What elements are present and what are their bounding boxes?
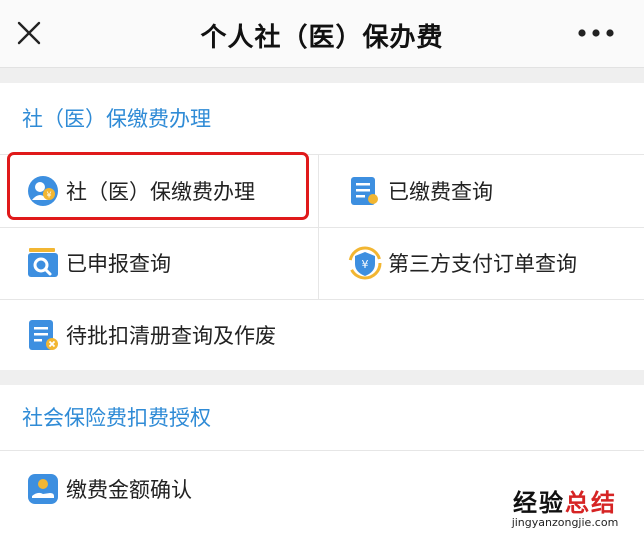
menu-item-label: 待批扣清册查询及作废 xyxy=(66,324,276,348)
menu-item-insurance-payment[interactable]: ¥ 社（医）保缴费办理 xyxy=(26,155,255,227)
user-payment-icon: ¥ xyxy=(26,174,60,208)
folder-search-icon xyxy=(26,246,60,280)
payment-section: 社（医）保缴费办理 ¥ 社（医）保缴费办理 已缴费查询 已申报查询 ¥ 第三方支… xyxy=(0,83,644,370)
menu-item-label: 第三方支付订单查询 xyxy=(388,252,577,276)
menu-item-declared-query[interactable]: 已申报查询 xyxy=(26,227,171,299)
divider xyxy=(318,155,319,299)
yen-shield-icon: ¥ xyxy=(348,246,382,280)
menu-item-third-party-order-query[interactable]: ¥ 第三方支付订单查询 xyxy=(348,227,577,299)
page-title: 个人社（医）保办费 xyxy=(200,23,444,53)
menu-item-paid-query[interactable]: 已缴费查询 xyxy=(348,155,493,227)
menu-item-label: 已申报查询 xyxy=(66,252,171,276)
section-title: 社（医）保缴费办理 xyxy=(0,83,644,155)
divider xyxy=(0,299,644,300)
menu-item-label: 已缴费查询 xyxy=(388,180,493,204)
menu-item-label: 缴费金额确认 xyxy=(66,478,192,502)
menu-item-amount-confirmation[interactable]: 缴费金额确认 xyxy=(26,453,192,525)
svg-text:¥: ¥ xyxy=(362,258,369,271)
svg-text:¥: ¥ xyxy=(46,191,51,200)
menu-item-label: 社（医）保缴费办理 xyxy=(66,180,255,204)
divider xyxy=(0,227,644,228)
document-search-icon xyxy=(348,174,382,208)
watermark-main-red: 总结 xyxy=(565,489,617,517)
section-title: 社会保险费扣费授权 xyxy=(0,385,644,451)
hand-payment-icon xyxy=(26,472,60,506)
app-header: 个人社（医）保办费 xyxy=(0,0,644,68)
watermark: 经验总结 jingyanzongjie.com xyxy=(490,483,640,529)
watermark-main: 经验 xyxy=(513,489,565,517)
watermark-url: jingyanzongjie.com xyxy=(511,516,619,529)
menu-item-batch-deduction-query[interactable]: 待批扣清册查询及作废 xyxy=(26,299,276,371)
document-cancel-icon xyxy=(26,318,60,352)
more-icon[interactable] xyxy=(574,20,618,46)
